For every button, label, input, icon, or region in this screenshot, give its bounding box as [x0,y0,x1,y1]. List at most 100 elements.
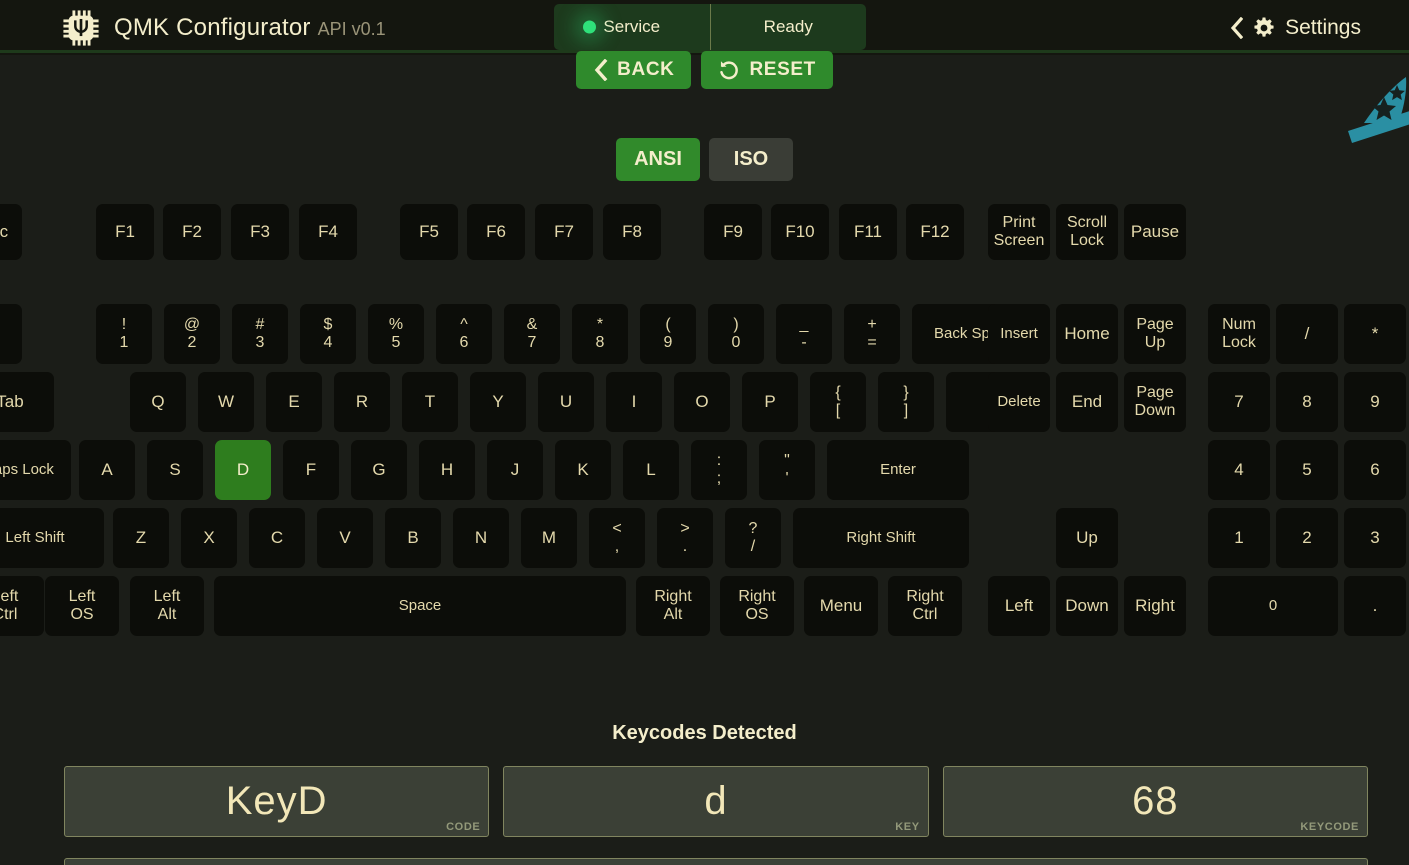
key-h[interactable]: H [419,440,475,500]
key-f11[interactable]: F11 [839,204,897,260]
key-v[interactable]: V [317,508,373,568]
key-key[interactable]: :; [691,440,747,500]
key-page-down[interactable]: Page Down [1124,372,1186,432]
key-pause[interactable]: Pause [1124,204,1186,260]
key-f5[interactable]: F5 [400,204,458,260]
key-right[interactable]: Right [1124,576,1186,636]
key-k[interactable]: K [555,440,611,500]
key-9[interactable]: 9 [1344,372,1406,432]
key-key[interactable]: _ - [776,304,832,364]
key-f2[interactable]: F2 [163,204,221,260]
key-space[interactable]: Space [214,576,626,636]
key-key[interactable]: + = [844,304,900,364]
key-esc[interactable]: Esc [0,204,22,260]
key-f[interactable]: F [283,440,339,500]
key-down[interactable]: Down [1056,576,1118,636]
key-delete[interactable]: Delete [988,372,1050,432]
key-4[interactable]: $4 [300,304,356,364]
settings-button[interactable]: Settings [1230,0,1361,55]
key-e[interactable]: E [266,372,322,432]
key-m[interactable]: M [521,508,577,568]
key-f9[interactable]: F9 [704,204,762,260]
key-right-os[interactable]: Right OS [720,576,794,636]
key-left-shift[interactable]: Left Shift [0,508,104,568]
key-o[interactable]: O [674,372,730,432]
key-insert[interactable]: Insert [988,304,1050,364]
key-key[interactable]: ? / [725,508,781,568]
key-1[interactable]: 1 [1208,508,1270,568]
service-status-pill[interactable]: Service Ready [554,4,866,50]
key-g[interactable]: G [351,440,407,500]
key-y[interactable]: Y [470,372,526,432]
key-0[interactable]: ) 0 [708,304,764,364]
key-7[interactable]: & 7 [504,304,560,364]
key-5[interactable]: % 5 [368,304,424,364]
reset-button[interactable]: RESET [701,51,833,89]
key-key[interactable]: {[ [810,372,866,432]
key-7[interactable]: 7 [1208,372,1270,432]
key-key[interactable]: . [1344,576,1406,636]
back-button[interactable]: BACK [576,51,692,89]
key-3[interactable]: #3 [232,304,288,364]
key-2[interactable]: @2 [164,304,220,364]
key-caps-lock[interactable]: Caps Lock [0,440,71,500]
key-c[interactable]: C [249,508,305,568]
layout-option-ansi[interactable]: ANSI [616,138,700,181]
key-left-os[interactable]: Left OS [45,576,119,636]
key-z[interactable]: Z [113,508,169,568]
key-tab[interactable]: Tab [0,372,54,432]
key-j[interactable]: J [487,440,543,500]
layout-option-iso[interactable]: ISO [709,138,793,181]
key-f3[interactable]: F3 [231,204,289,260]
key-i[interactable]: I [606,372,662,432]
key-f6[interactable]: F6 [467,204,525,260]
key-print-screen[interactable]: Print Screen [988,204,1050,260]
key-up[interactable]: Up [1056,508,1118,568]
key-t[interactable]: T [402,372,458,432]
key-f1[interactable]: F1 [96,204,154,260]
key-r[interactable]: R [334,372,390,432]
key-right-ctrl[interactable]: Right Ctrl [888,576,962,636]
key-8[interactable]: * 8 [572,304,628,364]
key-d[interactable]: D [215,440,271,500]
key-u[interactable]: U [538,372,594,432]
key-home[interactable]: Home [1056,304,1118,364]
key-6[interactable]: 6 [1344,440,1406,500]
key-scroll-lock[interactable]: Scroll Lock [1056,204,1118,260]
key-3[interactable]: 3 [1344,508,1406,568]
key-left[interactable]: Left [988,576,1050,636]
key-p[interactable]: P [742,372,798,432]
key-s[interactable]: S [147,440,203,500]
key-l[interactable]: L [623,440,679,500]
key-9[interactable]: (9 [640,304,696,364]
key-2[interactable]: 2 [1276,508,1338,568]
key-key[interactable]: * [1344,304,1406,364]
key-x[interactable]: X [181,508,237,568]
key-w[interactable]: W [198,372,254,432]
key-a[interactable]: A [79,440,135,500]
key-q[interactable]: Q [130,372,186,432]
key-6[interactable]: ^ 6 [436,304,492,364]
key-key[interactable]: <, [589,508,645,568]
key-0[interactable]: 0 [1208,576,1338,636]
key-f8[interactable]: F8 [603,204,661,260]
key-f12[interactable]: F12 [906,204,964,260]
key-num-lock[interactable]: Num Lock [1208,304,1270,364]
key-f10[interactable]: F10 [771,204,829,260]
key-f7[interactable]: F7 [535,204,593,260]
key-key[interactable]: ` [0,304,22,364]
key-left-alt[interactable]: Left Alt [130,576,204,636]
key-key[interactable]: / [1276,304,1338,364]
key-key[interactable]: }] [878,372,934,432]
key-b[interactable]: B [385,508,441,568]
key-1[interactable]: ! 1 [96,304,152,364]
key-right-alt[interactable]: Right Alt [636,576,710,636]
key-n[interactable]: N [453,508,509,568]
key-left-ctrl[interactable]: LeftCtrl [0,576,44,636]
key-page-up[interactable]: Page Up [1124,304,1186,364]
key-key[interactable]: " ' [759,440,815,500]
key-key[interactable]: >. [657,508,713,568]
key-f4[interactable]: F4 [299,204,357,260]
key-right-shift[interactable]: Right Shift [793,508,969,568]
key-end[interactable]: End [1056,372,1118,432]
